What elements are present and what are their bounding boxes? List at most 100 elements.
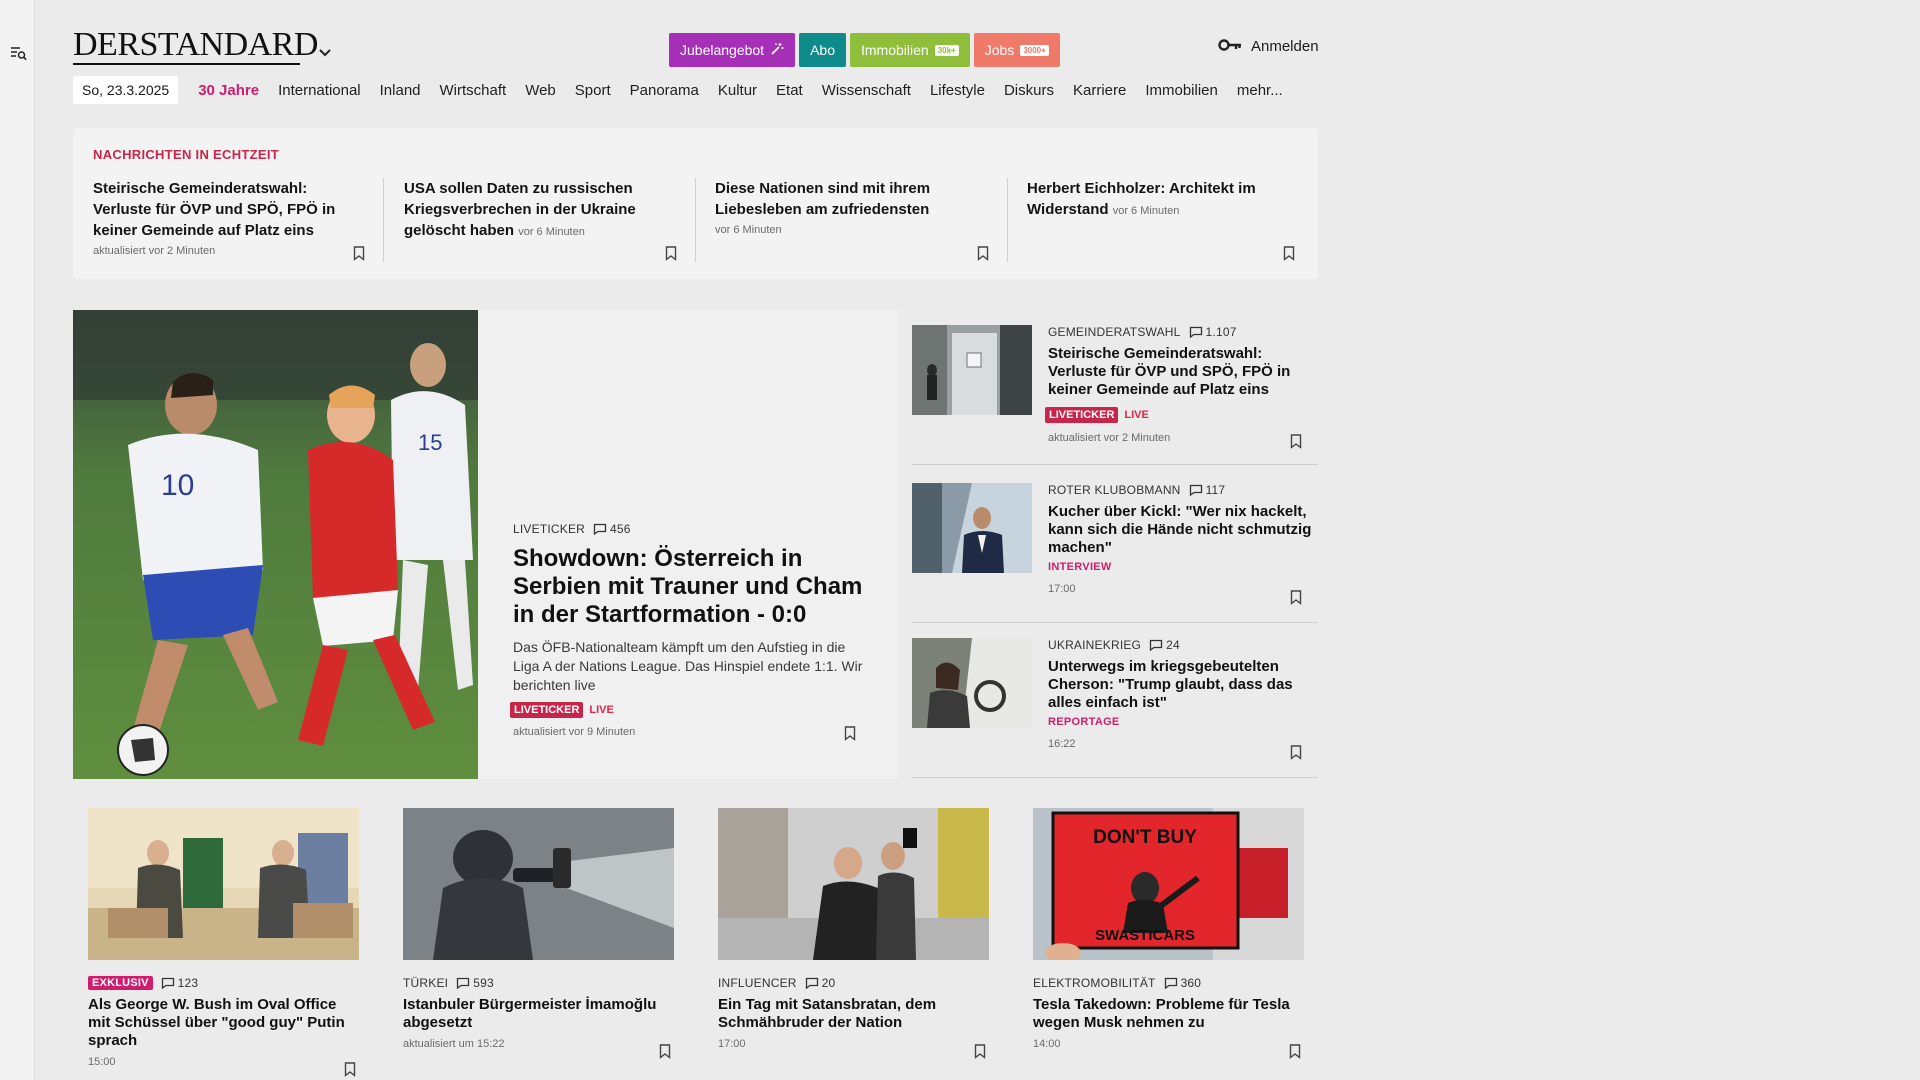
menu-search-icon[interactable] [9, 44, 29, 64]
site-logo[interactable]: DERSTANDARD [73, 28, 318, 62]
nav-item-immobilien[interactable]: Immobilien [1145, 82, 1218, 99]
side-article[interactable]: ROTER KLUBOBMANN 117 Kucher über Kickl: … [912, 468, 1318, 623]
realtime-item[interactable]: Steirische Gemeinderatswahl: Verluste fü… [93, 178, 348, 260]
comment-count[interactable]: 117 [1189, 483, 1226, 497]
exclusive-badge: EXKLUSIV [88, 976, 153, 990]
bookmark-icon[interactable] [665, 246, 677, 261]
comment-count[interactable]: 1.107 [1189, 325, 1237, 339]
article-image[interactable] [718, 808, 989, 960]
article-card[interactable]: INFLUENCER 20 Ein Tag mit Satansbratan, … [718, 808, 989, 1059]
article-image[interactable]: DON'T BUY SWASTICARS [1033, 808, 1304, 960]
side-article[interactable]: UKRAINEKRIEG 24 Unterwegs im kriegsgebeu… [912, 623, 1318, 778]
pill-tag: 3000+ [1020, 44, 1049, 56]
comment-count[interactable]: 593 [456, 976, 494, 990]
bookmark-icon[interactable] [977, 246, 989, 261]
article-kicker: TÜRKEI 593 [403, 976, 674, 990]
nav-item-panorama[interactable]: Panorama [630, 82, 699, 99]
realtime-item[interactable]: Diese Nationen sind mit ihrem Liebeslebe… [715, 178, 965, 260]
side-article[interactable]: GEMEINDERATSWAHL 1.107 Steirische Gemein… [912, 310, 1318, 465]
comment-count[interactable]: 123 [161, 976, 199, 990]
bookmark-icon[interactable] [659, 1044, 671, 1059]
pill-jubelangebot[interactable]: Jubelangebot [669, 33, 796, 67]
article-thumbnail[interactable] [912, 483, 1032, 573]
bookmark-icon[interactable] [1290, 590, 1302, 605]
article-headline[interactable]: Als George W. Bush im Oval Office mit Sc… [88, 996, 359, 1050]
comment-count[interactable]: 456 [593, 522, 631, 536]
side-article-text: GEMEINDERATSWAHL 1.107 Steirische Gemein… [1045, 325, 1318, 444]
article-headline[interactable]: Steirische Gemeinderatswahl: Verluste fü… [1048, 345, 1318, 399]
realtime-item[interactable]: USA sollen Daten zu russischen Kriegsver… [404, 178, 666, 260]
pill-jobs[interactable]: Jobs 3000+ [973, 33, 1060, 67]
bookmark-icon[interactable] [353, 246, 365, 261]
article-thumbnail[interactable] [912, 325, 1032, 415]
article-headline[interactable]: Ein Tag mit Satansbratan, dem Schmähbrud… [718, 996, 989, 1032]
bookmark-icon[interactable] [1289, 1044, 1301, 1059]
comment-icon [457, 977, 470, 989]
article-headline[interactable]: Tesla Takedown: Probleme für Tesla wegen… [1033, 996, 1304, 1032]
realtime-headline[interactable]: Steirische Gemeinderatswahl: Verluste fü… [93, 180, 335, 239]
article-headline[interactable]: Istanbuler Bürgermeister İmamoğlu abgese… [403, 996, 674, 1032]
nav-item-diskurs[interactable]: Diskurs [1004, 82, 1054, 99]
nav-item-wirtschaft[interactable]: Wirtschaft [440, 82, 507, 99]
kicker-label: ELEKTROMOBILITÄT [1033, 976, 1156, 990]
key-icon [1218, 38, 1242, 55]
liveticker-badge: LIVETICKER [510, 702, 584, 718]
signin-label: Anmelden [1251, 38, 1319, 55]
article-image[interactable] [88, 808, 359, 960]
pill-label: Jobs [984, 42, 1015, 58]
divider [1007, 178, 1008, 262]
nav-item-karriere[interactable]: Karriere [1073, 82, 1126, 99]
nav-item-lifestyle[interactable]: Lifestyle [930, 82, 985, 99]
nav-item-inland[interactable]: Inland [380, 82, 421, 99]
live-label: LIVE [589, 704, 614, 716]
article-meta: aktualisiert vor 2 Minuten [1048, 432, 1171, 444]
kicker-label: LIVETICKER [513, 522, 586, 536]
nav-item-international[interactable]: International [278, 82, 361, 99]
comment-icon [805, 977, 818, 989]
bookmark-icon[interactable] [1290, 745, 1302, 760]
article-meta: 14:00 [1033, 1038, 1061, 1050]
pill-immobilien[interactable]: Immobilien 30k+ [850, 33, 970, 67]
hero-headline[interactable]: Showdown: Österreich in Serbien mit Trau… [513, 545, 873, 629]
realtime-item[interactable]: Herbert Eichholzer: Architekt im Widerst… [1027, 178, 1292, 260]
article-format-label: REPORTAGE [1048, 716, 1120, 728]
bookmark-icon[interactable] [1283, 246, 1295, 261]
chevron-down-icon[interactable] [319, 44, 333, 57]
realtime-headline[interactable]: Diese Nationen sind mit ihrem Liebeslebe… [715, 180, 930, 218]
article-kicker: INFLUENCER 20 [718, 976, 989, 990]
article-thumbnail[interactable] [912, 638, 1032, 728]
sign-text: SWASTICARS [1095, 927, 1195, 944]
nav-item-etat[interactable]: Etat [776, 82, 803, 99]
comment-number: 360 [1180, 976, 1202, 990]
bookmark-icon[interactable] [844, 726, 856, 741]
hero-image[interactable]: 15 10 6 [73, 310, 478, 779]
bookmark-icon[interactable] [974, 1044, 986, 1059]
article-card[interactable]: DON'T BUY SWASTICARS ELEKTROMOBILITÄT 36… [1033, 808, 1304, 1059]
realtime-meta: vor 6 Minuten [715, 224, 782, 236]
nav-item-wissenschaft[interactable]: Wissenschaft [822, 82, 911, 99]
sign-text: DON'T BUY [1093, 827, 1197, 848]
bookmark-icon[interactable] [344, 1062, 356, 1077]
comment-count[interactable]: 360 [1164, 976, 1202, 990]
bookmark-icon[interactable] [1290, 434, 1302, 449]
article-headline[interactable]: Unterwegs im kriegsgebeutelten Cherson: … [1048, 658, 1318, 712]
article-headline[interactable]: Kucher über Kickl: "Wer nix hackelt, kan… [1048, 503, 1318, 557]
nav-item-web[interactable]: Web [525, 82, 556, 99]
left-sidebar [0, 0, 35, 1080]
article-kicker: ROTER KLUBOBMANN 117 [1048, 483, 1318, 497]
kicker-label: ROTER KLUBOBMANN [1048, 483, 1181, 497]
kicker-label: INFLUENCER [718, 976, 797, 990]
comment-count[interactable]: 20 [805, 976, 836, 990]
article-meta: 15:00 [88, 1056, 116, 1068]
nav-item-30-jahre[interactable]: 30 Jahre [198, 82, 259, 99]
nav-item-kultur[interactable]: Kultur [718, 82, 757, 99]
pill-abo[interactable]: Abo [799, 33, 846, 67]
article-card[interactable]: EXKLUSIV 123 Als George W. Bush im Oval … [88, 808, 359, 1077]
article-image[interactable] [403, 808, 674, 960]
hero-teaser: Das ÖFB-Nationalteam kämpft um den Aufst… [513, 639, 863, 693]
article-card[interactable]: TÜRKEI 593 Istanbuler Bürgermeister İmam… [403, 808, 674, 1059]
comment-count[interactable]: 24 [1149, 638, 1180, 652]
nav-item-sport[interactable]: Sport [575, 82, 611, 99]
nav-item-more[interactable]: mehr... [1237, 82, 1283, 99]
signin-button[interactable]: Anmelden [1218, 38, 1319, 55]
